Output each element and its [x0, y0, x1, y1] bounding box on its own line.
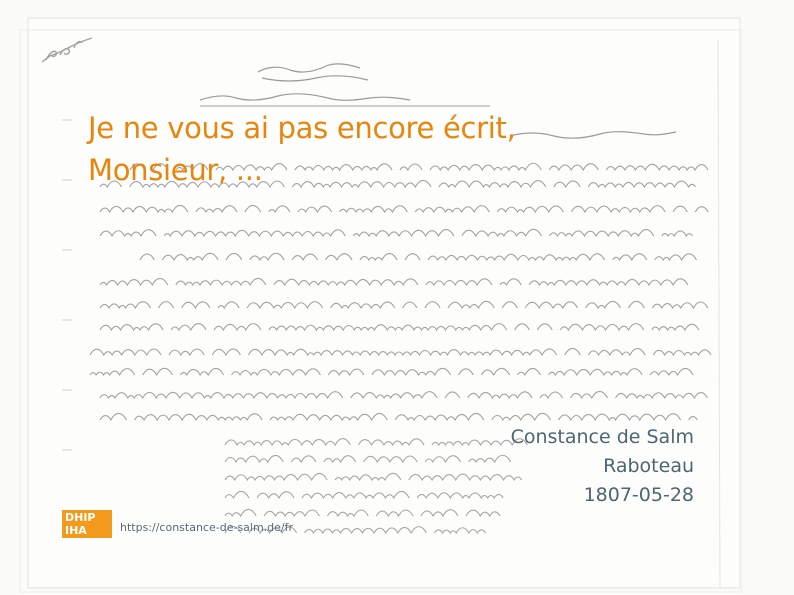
author-name: Constance de Salm [510, 426, 694, 448]
letter-card: Je ne vous ai pas encore écrit, Monsieur… [0, 0, 794, 595]
logo-line-1: DHIP [65, 511, 96, 524]
logo-line-2: IHA [65, 524, 87, 537]
letter-date: 1807-05-28 [583, 484, 694, 506]
recipient-name: Raboteau [603, 455, 694, 477]
dhip-iha-logo[interactable]: DHIP IHA [62, 510, 112, 538]
site-url-link[interactable]: https://constance-de-salm.de/fr [120, 521, 293, 534]
letter-metadata: Constance de Salm Raboteau 1807-05-28 [511, 423, 694, 510]
letter-headline: Je ne vous ai pas encore écrit, Monsieur… [88, 111, 516, 187]
